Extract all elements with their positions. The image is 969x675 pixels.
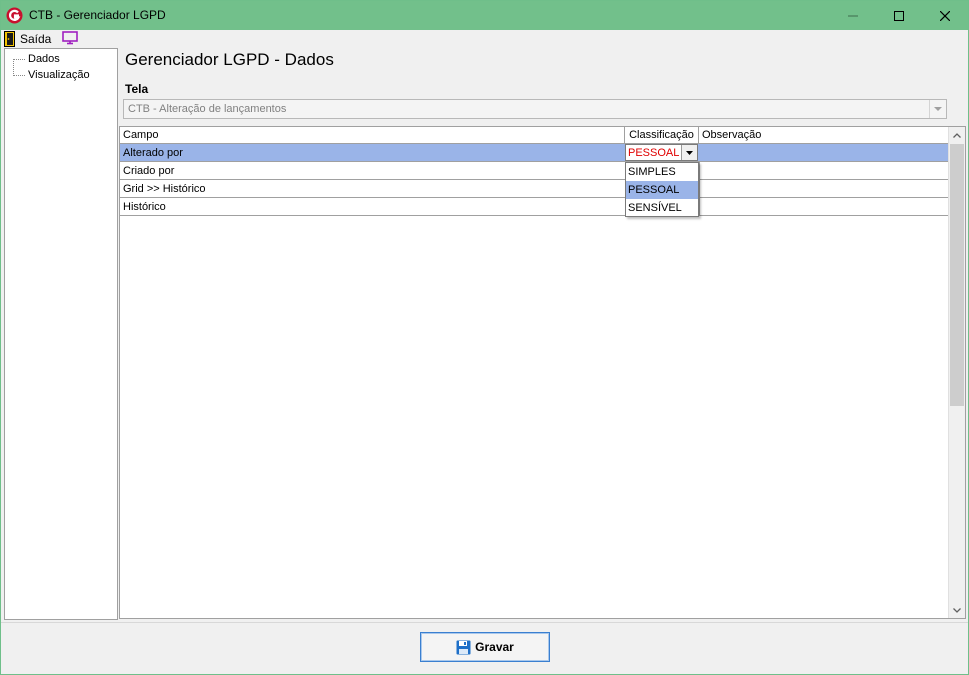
window-title: CTB - Gerenciador LGPD (29, 8, 166, 22)
chevron-down-icon (953, 607, 961, 613)
chevron-down-icon (934, 106, 942, 111)
page-title: Gerenciador LGPD - Dados (125, 50, 334, 69)
maximize-button[interactable] (876, 1, 922, 30)
scroll-up-button[interactable] (949, 127, 965, 143)
save-button[interactable]: Gravar (420, 632, 550, 662)
minimize-button[interactable] (830, 1, 876, 30)
tree-branch-line (13, 58, 25, 60)
menu-bar: Saída (1, 30, 968, 47)
dropdown-option-simples[interactable]: SIMPLES (626, 163, 698, 181)
tree-item-visualizacao[interactable]: Visualização (13, 68, 90, 82)
scroll-down-button[interactable] (949, 602, 965, 618)
chevron-up-icon (953, 132, 961, 138)
tree-item-label: Dados (28, 53, 60, 65)
column-header-campo[interactable]: Campo (120, 127, 625, 144)
caret-down-icon (686, 150, 693, 155)
menu-exit[interactable]: Saída (4, 30, 51, 47)
tela-label: Tela (125, 82, 149, 96)
column-header-observacao[interactable]: Observação (699, 127, 948, 144)
tela-select-value: CTB - Alteração de lançamentos (128, 103, 287, 115)
table-row[interactable]: Histórico (120, 198, 948, 216)
cell-campo: Alterado por (123, 147, 183, 159)
close-icon (940, 10, 950, 21)
cell-observacao[interactable] (699, 180, 948, 197)
exit-door-icon (4, 30, 15, 47)
tela-dropdown-button[interactable] (929, 100, 946, 118)
menu-exit-label: Saída (20, 31, 52, 46)
dropdown-option-sensivel[interactable]: SENSÍVEL (626, 199, 698, 217)
cell-campo: Criado por (123, 165, 175, 177)
cell-observacao[interactable] (699, 144, 948, 161)
navigation-tree: Dados Visualização (4, 48, 118, 620)
monitor-icon[interactable] (62, 31, 78, 45)
vertical-scrollbar[interactable] (948, 127, 965, 618)
fields-grid: Campo Classificação Observação Alterado … (119, 126, 966, 619)
classificacao-combo[interactable]: PESSOAL (625, 144, 698, 161)
minimize-icon (848, 15, 858, 16)
close-button[interactable] (922, 1, 968, 30)
title-bar[interactable]: CTB - Gerenciador LGPD (1, 1, 968, 30)
tree-branch-line (13, 74, 25, 76)
tree-item-label: Visualização (28, 69, 90, 81)
column-header-classificacao[interactable]: Classificação (625, 127, 699, 144)
classificacao-value: PESSOAL (628, 147, 680, 159)
table-row[interactable]: Grid >> Histórico (120, 180, 948, 198)
cell-campo: Histórico (123, 201, 166, 213)
floppy-disk-icon (456, 640, 471, 654)
app-window: CTB - Gerenciador LGPD Saída Dados Visua… (0, 0, 969, 675)
combo-dropdown-button[interactable] (681, 145, 697, 160)
cell-observacao[interactable] (699, 198, 948, 215)
dropdown-option-pessoal[interactable]: PESSOAL (626, 181, 698, 199)
scroll-thumb[interactable] (950, 144, 964, 406)
tela-select[interactable]: CTB - Alteração de lançamentos (123, 99, 947, 119)
cell-campo: Grid >> Histórico (123, 183, 206, 195)
maximize-icon (894, 10, 904, 21)
table-row[interactable]: Criado por (120, 162, 948, 180)
app-logo-icon (6, 7, 23, 24)
grid-header: Campo Classificação Observação (120, 127, 948, 144)
footer-divider (1, 622, 968, 623)
tree-item-dados[interactable]: Dados (13, 52, 60, 66)
table-row[interactable]: Alterado por PESSOAL (120, 144, 948, 162)
classificacao-dropdown-list: SIMPLES PESSOAL SENSÍVEL (625, 162, 699, 217)
cell-observacao[interactable] (699, 162, 948, 179)
save-button-label: Gravar (475, 640, 514, 654)
